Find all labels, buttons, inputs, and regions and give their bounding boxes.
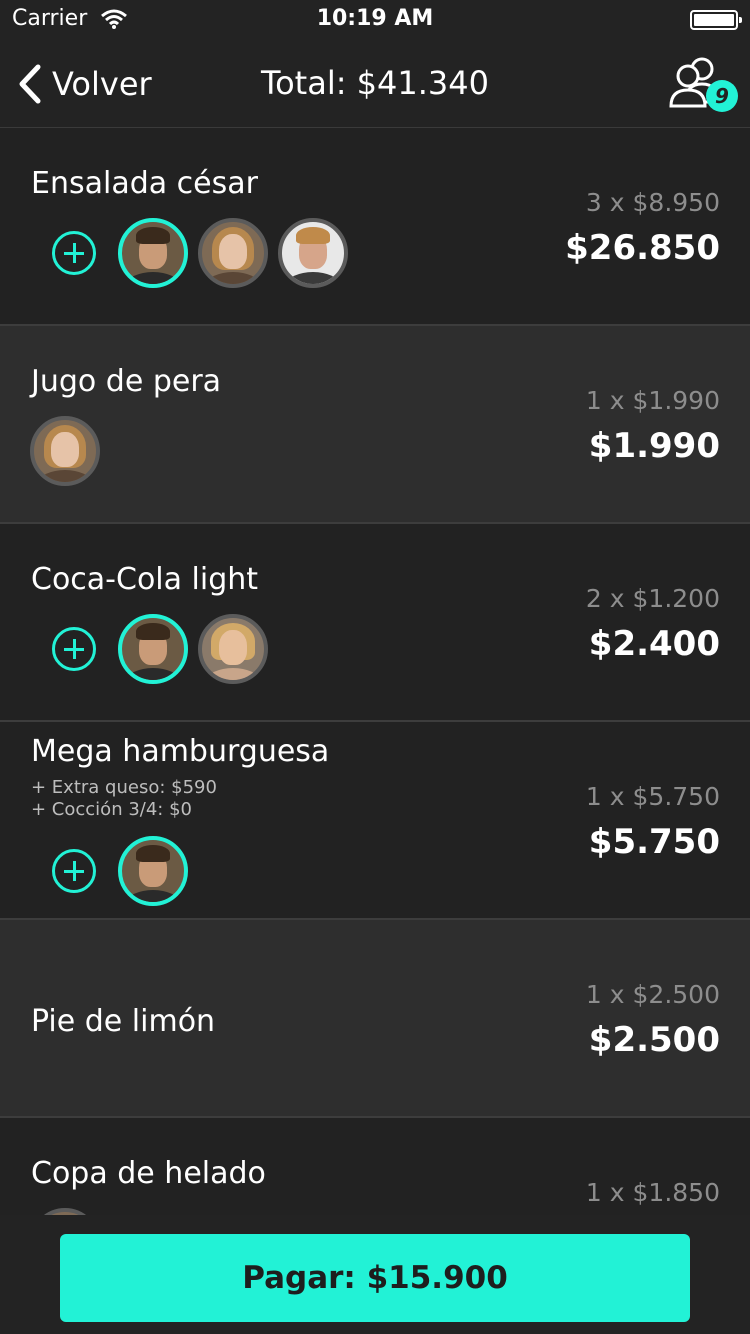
item-name: Coca-Cola light (31, 562, 259, 597)
item-total: $26.850 (565, 228, 720, 268)
item-modifier: + Cocción 3/4: $0 (31, 799, 192, 820)
item-name: Pie de limón (31, 1004, 216, 1039)
item-unit-price: 1 x $1.850 (585, 1178, 720, 1207)
list-item[interactable]: Mega hamburguesa + Extra queso: $590 + C… (0, 722, 750, 920)
list-item[interactable]: Jugo de pera 1 x $1.990 $1.990 (0, 326, 750, 524)
assigned-diners (30, 613, 278, 685)
item-name: Mega hamburguesa (31, 734, 330, 769)
navigation-bar: Volver Total: $41.340 9 (0, 40, 750, 128)
item-name: Copa de helado (31, 1156, 266, 1191)
avatar[interactable] (278, 218, 348, 288)
item-total: $2.400 (588, 624, 720, 664)
assigned-diners (30, 835, 198, 907)
status-time: 10:19 AM (316, 6, 434, 31)
status-bar: Carrier 10:19 AM (0, 0, 750, 40)
avatar[interactable] (118, 218, 188, 288)
add-diner-button[interactable] (38, 217, 110, 289)
avatar[interactable] (30, 416, 100, 486)
item-total: $2.500 (588, 1020, 720, 1060)
pay-bar: Pagar: $15.900 (0, 1215, 750, 1334)
chevron-left-icon (19, 64, 41, 104)
list-item[interactable]: Ensalada césar 3 x $8.950 $26.850 (0, 128, 750, 326)
item-unit-price: 1 x $5.750 (585, 782, 720, 811)
add-diner-button[interactable] (38, 835, 110, 907)
assigned-diners (30, 415, 110, 487)
avatar[interactable] (198, 218, 268, 288)
item-modifiers: + Extra queso: $590 + Cocción 3/4: $0 (31, 777, 217, 821)
item-modifier: + Extra queso: $590 (31, 777, 217, 798)
page-title: Total: $41.340 (260, 64, 489, 102)
plus-circle-icon (52, 627, 96, 671)
item-unit-price: 2 x $1.200 (585, 584, 720, 613)
back-label: Volver (52, 65, 152, 103)
item-name: Jugo de pera (31, 364, 222, 399)
item-total: $5.750 (588, 822, 720, 862)
back-button[interactable]: Volver (16, 62, 152, 106)
list-item[interactable]: Pie de limón 1 x $2.500 $2.500 (0, 920, 750, 1118)
plus-circle-icon (52, 231, 96, 275)
item-unit-price: 3 x $8.950 (585, 188, 720, 217)
list-item[interactable]: Coca-Cola light 2 x $1.200 $2.400 (0, 524, 750, 722)
add-diner-button[interactable] (38, 613, 110, 685)
pay-button[interactable]: Pagar: $15.900 (60, 1234, 690, 1322)
avatar[interactable] (118, 836, 188, 906)
item-unit-price: 1 x $2.500 (585, 980, 720, 1009)
assigned-diners (30, 217, 358, 289)
plus-circle-icon (52, 849, 96, 893)
order-items-list: Ensalada césar 3 x $8.950 $26.850 Jugo d… (0, 128, 750, 1316)
diners-button[interactable]: 9 (668, 56, 740, 116)
diners-count-badge: 9 (706, 80, 738, 112)
battery-icon (690, 10, 742, 30)
item-name: Ensalada césar (31, 166, 258, 201)
avatar[interactable] (118, 614, 188, 684)
avatar[interactable] (198, 614, 268, 684)
item-unit-price: 1 x $1.990 (585, 386, 720, 415)
item-total: $1.990 (588, 426, 720, 466)
